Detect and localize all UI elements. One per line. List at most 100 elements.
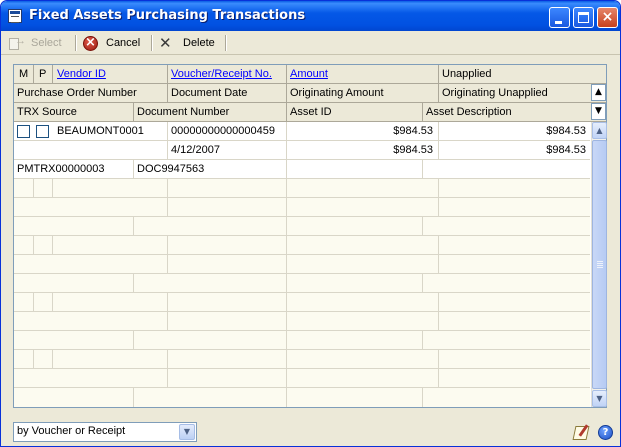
window-title: Fixed Assets Purchasing Transactions bbox=[29, 8, 306, 23]
header-divider bbox=[33, 65, 34, 83]
toolbar-separator bbox=[225, 35, 227, 51]
header-document-date: Document Date bbox=[171, 87, 248, 99]
post-checkbox[interactable] bbox=[36, 125, 49, 138]
expand-all-icon: ▲ bbox=[595, 87, 602, 97]
sort-by-dropdown[interactable]: by Voucher or Receipt ▼ bbox=[13, 422, 197, 442]
toolbar-separator bbox=[151, 35, 153, 51]
scroll-down-button[interactable]: ▼ bbox=[592, 390, 607, 407]
grip-line bbox=[597, 267, 603, 268]
row-divider bbox=[52, 179, 53, 197]
row-divider bbox=[133, 216, 134, 236]
header-vendor-id[interactable]: Vendor ID bbox=[54, 65, 166, 83]
header-po-number: Purchase Order Number bbox=[17, 87, 137, 99]
row-divider bbox=[438, 236, 439, 273]
header-asset-id: Asset ID bbox=[290, 106, 332, 118]
row-divider bbox=[33, 350, 34, 368]
delete-icon bbox=[159, 36, 173, 50]
row-divider bbox=[133, 273, 134, 293]
row-divider bbox=[167, 350, 168, 387]
vendor-id-cell[interactable]: BEAUMONT0001 bbox=[54, 122, 166, 140]
scroll-up-button[interactable]: ▲ bbox=[592, 122, 607, 139]
maximize-button[interactable] bbox=[573, 7, 594, 28]
row-divider bbox=[422, 330, 423, 350]
delete-button[interactable]: Delete bbox=[159, 34, 215, 52]
header-originating-amount: Originating Amount bbox=[290, 87, 384, 99]
select-label: Select bbox=[31, 37, 62, 49]
document-number-cell[interactable]: DOC9947563 bbox=[134, 160, 285, 178]
dropdown-button[interactable]: ▼ bbox=[179, 424, 195, 440]
chevron-up-icon: ▲ bbox=[596, 126, 603, 135]
table-row[interactable]: BEAUMONT0001 00000000000000459 $984.53 $… bbox=[14, 122, 590, 179]
row-divider bbox=[286, 350, 287, 407]
cancel-icon bbox=[83, 35, 98, 51]
grip-line bbox=[597, 265, 603, 266]
row-divider bbox=[33, 179, 34, 197]
row-divider bbox=[14, 254, 590, 255]
grip-line bbox=[597, 263, 603, 264]
header-divider bbox=[52, 65, 53, 83]
delete-label: Delete bbox=[183, 37, 215, 49]
minimize-button[interactable] bbox=[549, 7, 570, 28]
header-document-number: Document Number bbox=[137, 106, 230, 118]
header-originating-unapplied: Originating Unapplied bbox=[442, 87, 548, 99]
close-button[interactable]: × bbox=[597, 7, 618, 28]
toolbar: Select Cancel Delete bbox=[1, 31, 620, 55]
row-divider bbox=[438, 179, 439, 216]
header-unapplied: Unapplied bbox=[442, 68, 492, 80]
row-divider bbox=[14, 330, 590, 331]
grid-rows: BEAUMONT0001 00000000000000459 $984.53 $… bbox=[14, 122, 590, 407]
row-divider bbox=[422, 216, 423, 236]
mark-checkbox[interactable] bbox=[17, 125, 30, 138]
row-divider bbox=[422, 387, 423, 407]
cancel-button[interactable]: Cancel bbox=[83, 34, 140, 52]
row-divider bbox=[14, 216, 590, 217]
title-bar: Fixed Assets Purchasing Transactions × bbox=[1, 1, 620, 31]
header-trx-source: TRX Source bbox=[17, 106, 77, 118]
table-row[interactable] bbox=[14, 179, 590, 236]
voucher-cell[interactable]: 00000000000000459 bbox=[168, 122, 285, 140]
row-divider bbox=[167, 293, 168, 330]
window: Fixed Assets Purchasing Transactions × S… bbox=[0, 0, 621, 447]
row-divider bbox=[52, 236, 53, 254]
row-divider bbox=[33, 293, 34, 311]
header-amount[interactable]: Amount bbox=[287, 65, 437, 83]
vertical-scrollbar[interactable]: ▲ ▼ bbox=[591, 122, 607, 407]
row-divider bbox=[133, 330, 134, 350]
unapplied-cell[interactable]: $984.53 bbox=[439, 122, 590, 140]
row-divider bbox=[422, 159, 423, 179]
chevron-down-icon: ▼ bbox=[183, 427, 191, 436]
row-divider bbox=[286, 179, 287, 236]
row-divider bbox=[167, 236, 168, 273]
row-divider bbox=[286, 236, 287, 293]
row-divider bbox=[438, 293, 439, 330]
originating-unapplied-cell[interactable]: $984.53 bbox=[439, 141, 590, 159]
row-divider bbox=[52, 293, 53, 311]
row-divider bbox=[422, 273, 423, 293]
grid-header: M P Vendor ID Voucher/Receipt No. Amount… bbox=[14, 65, 606, 122]
maximize-icon bbox=[578, 12, 589, 23]
trx-source-cell[interactable]: PMTRX00000003 bbox=[14, 160, 132, 178]
row-divider bbox=[286, 293, 287, 350]
row-divider bbox=[14, 197, 590, 198]
toolbar-separator bbox=[75, 35, 77, 51]
row-divider bbox=[133, 387, 134, 407]
collapse-all-button[interactable]: ▼ bbox=[591, 103, 606, 120]
header-asset-description: Asset Description bbox=[426, 106, 512, 118]
table-row[interactable] bbox=[14, 293, 590, 350]
table-row[interactable] bbox=[14, 350, 590, 407]
minimize-icon bbox=[555, 21, 562, 24]
note-icon[interactable] bbox=[572, 424, 590, 440]
help-icon[interactable]: ? bbox=[598, 425, 613, 440]
scroll-thumb[interactable] bbox=[592, 140, 607, 389]
expand-all-button[interactable]: ▲ bbox=[591, 84, 606, 101]
header-voucher-receipt[interactable]: Voucher/Receipt No. bbox=[168, 65, 285, 83]
originating-amount-cell[interactable]: $984.53 bbox=[287, 141, 437, 159]
chevron-down-icon: ▼ bbox=[596, 394, 603, 403]
document-date-cell[interactable]: 4/12/2007 bbox=[168, 141, 285, 159]
select-button[interactable]: Select bbox=[9, 34, 62, 52]
close-icon: × bbox=[601, 9, 614, 25]
header-m: M bbox=[19, 68, 29, 80]
amount-cell[interactable]: $984.53 bbox=[287, 122, 437, 140]
header-p: P bbox=[39, 68, 47, 80]
table-row[interactable] bbox=[14, 236, 590, 293]
